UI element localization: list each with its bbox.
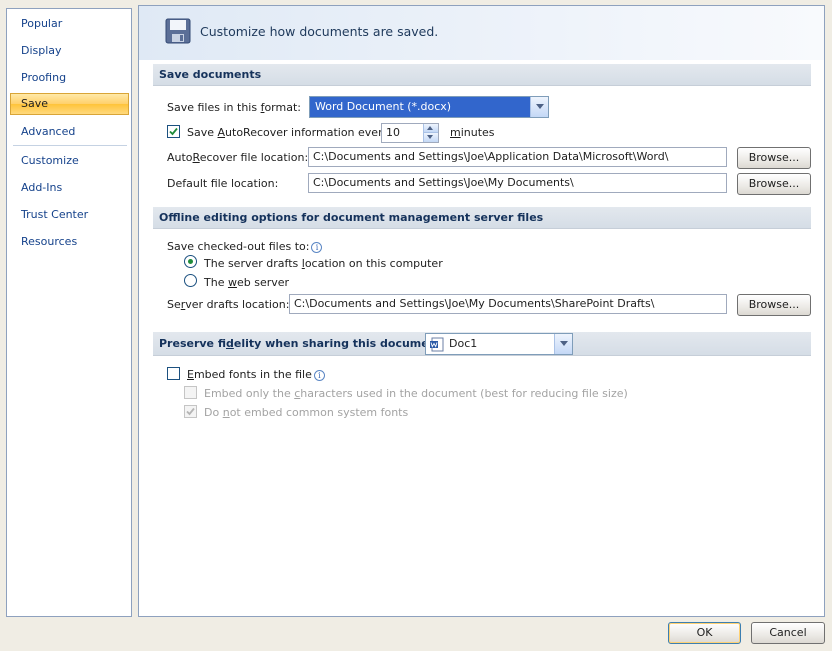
embed-fonts-checkbox[interactable]	[167, 367, 180, 380]
sidebar-item-trust-center[interactable]: Trust Center	[10, 204, 129, 226]
default-location-field[interactable]: C:\Documents and Settings\Joe\My Documen…	[308, 173, 727, 193]
server-drafts-option-label: The server drafts location on this compu…	[204, 257, 443, 270]
default-location-label: Default file location:	[167, 177, 279, 190]
autorecover-label: Save AutoRecover information every	[187, 126, 390, 139]
info-icon[interactable]: i	[311, 241, 323, 253]
sidebar-item-add-ins[interactable]: Add-Ins	[10, 177, 129, 199]
radio-selected-dot	[188, 259, 193, 264]
do-not-embed-system-fonts-label: Do not embed common system fonts	[204, 406, 409, 419]
save-checked-out-label: Save checked-out files to: i	[167, 240, 323, 253]
server-drafts-radio[interactable]	[184, 255, 197, 268]
cancel-button[interactable]: Cancel	[751, 622, 825, 644]
checkmark-icon	[186, 407, 195, 416]
browse-autorecover-button[interactable]: Browse...	[737, 147, 811, 169]
server-drafts-location-label: Server drafts location:	[167, 298, 290, 311]
web-server-radio[interactable]	[184, 274, 197, 287]
save-format-value: Word Document (*.docx)	[315, 100, 452, 113]
sidebar-item-display[interactable]: Display	[10, 40, 129, 62]
embed-only-characters-label: Embed only the characters used in the do…	[204, 387, 628, 400]
save-format-dropdown[interactable]: Word Document (*.docx)	[309, 96, 549, 118]
sidebar-divider	[13, 145, 127, 146]
sidebar-item-proofing[interactable]: Proofing	[10, 67, 129, 89]
sidebar-item-popular[interactable]: Popular	[10, 13, 129, 35]
autorecover-location-label: AutoRecover file location:	[167, 151, 309, 164]
sidebar-item-advanced[interactable]: Advanced	[10, 121, 129, 143]
embed-fonts-label: Embed fonts in the file i	[187, 368, 325, 381]
info-icon[interactable]: i	[313, 369, 325, 381]
autorecover-minutes-value: 10	[386, 126, 400, 139]
page-title: Customize how documents are saved.	[200, 24, 439, 39]
browse-server-drafts-button[interactable]: Browse...	[737, 294, 811, 316]
web-server-option-label: The web server	[204, 276, 290, 289]
panel-header: Customize how documents are saved.	[139, 6, 824, 60]
stepper-down-icon[interactable]	[423, 133, 438, 142]
embed-only-characters-checkbox[interactable]	[184, 386, 197, 399]
word-options-dialog: Popular Display Proofing Save Advanced C…	[0, 0, 832, 651]
stepper-buttons	[423, 124, 438, 142]
autorecover-checkbox[interactable]	[167, 125, 180, 138]
save-options-panel: Customize how documents are saved. Save …	[138, 5, 825, 617]
server-drafts-location-field[interactable]: C:\Documents and Settings\Joe\My Documen…	[289, 294, 727, 314]
do-not-embed-system-fonts-checkbox[interactable]	[184, 405, 197, 418]
minutes-label: minutes	[450, 126, 495, 139]
stepper-up-icon[interactable]	[423, 124, 438, 133]
section-heading-offline-editing: Offline editing options for document man…	[153, 207, 811, 229]
autorecover-location-field[interactable]: C:\Documents and Settings\Joe\Applicatio…	[308, 147, 727, 167]
sidebar-item-save[interactable]: Save	[10, 93, 129, 115]
chevron-down-icon[interactable]	[530, 97, 548, 117]
ok-button[interactable]: OK	[668, 622, 741, 644]
save-format-label: Save files in this format:	[167, 101, 301, 114]
options-sidebar: Popular Display Proofing Save Advanced C…	[6, 8, 132, 617]
browse-default-button[interactable]: Browse...	[737, 173, 811, 195]
floppy-disk-icon	[165, 18, 191, 44]
autorecover-minutes-stepper[interactable]: 10	[381, 123, 439, 143]
sidebar-item-resources[interactable]: Resources	[10, 231, 129, 253]
chevron-down-icon[interactable]	[554, 334, 572, 354]
checkmark-icon	[169, 127, 178, 136]
fidelity-document-dropdown[interactable]: Doc1	[425, 333, 573, 355]
word-document-icon	[430, 337, 444, 352]
fidelity-document-value: Doc1	[449, 337, 478, 350]
sidebar-item-customize[interactable]: Customize	[10, 150, 129, 172]
section-heading-save-documents: Save documents	[153, 64, 811, 86]
